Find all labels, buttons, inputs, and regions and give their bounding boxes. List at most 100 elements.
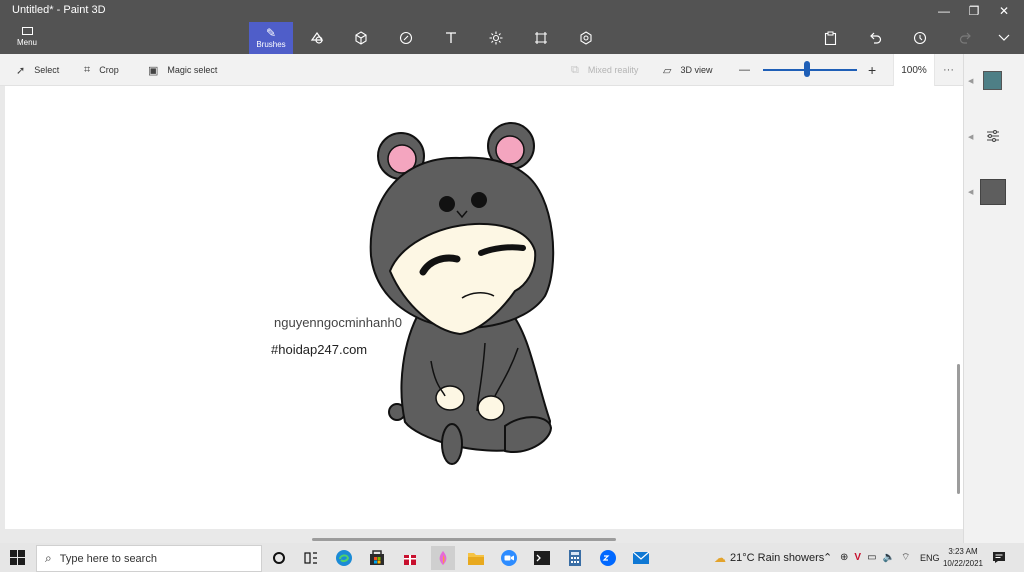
paint3d-icon[interactable] <box>431 546 455 570</box>
battery-icon[interactable]: ▭ <box>867 552 876 563</box>
clock-time: 3:23 AM <box>948 547 978 556</box>
crop-label: Crop <box>99 65 119 75</box>
magic-select-button[interactable]: ▣ Magic select <box>148 54 217 86</box>
brush-color-swatch[interactable] <box>983 71 1002 90</box>
select-button[interactable]: ➚ Select <box>16 54 59 86</box>
zoom-value[interactable]: 100% <box>893 54 935 86</box>
stickers-tool-button[interactable] <box>384 22 428 54</box>
language-indicator[interactable]: ENG <box>920 543 940 572</box>
horizontal-scrollbar[interactable] <box>312 538 616 541</box>
zoom-in-button[interactable]: + <box>868 54 876 86</box>
collapse-arrow-icon[interactable]: ◀ <box>968 133 973 141</box>
zalo-icon[interactable] <box>596 546 620 570</box>
zoom-slider-track <box>763 69 857 71</box>
zoom-out-button[interactable]: — <box>739 54 750 86</box>
notification-icon <box>993 552 1005 563</box>
undo-button[interactable] <box>859 22 891 54</box>
history-icon <box>913 31 927 45</box>
effects-icon <box>489 31 503 45</box>
history-button[interactable] <box>904 22 936 54</box>
brushes-label: Brushes <box>256 40 286 49</box>
3d-library-tool-button[interactable] <box>564 22 608 54</box>
mail-icon[interactable] <box>629 546 653 570</box>
crop-button[interactable]: ⌗ Crop <box>84 54 119 86</box>
magic-select-icon: ▣ <box>148 64 159 77</box>
magic-select-label: Magic select <box>167 65 218 75</box>
taskbar-search-box[interactable]: ⌕ Type here to search <box>36 545 262 572</box>
mixed-reality-label: Mixed reality <box>587 65 639 75</box>
mixed-reality-button[interactable]: ⧉ Mixed reality <box>571 54 638 86</box>
zoom-slider-thumb[interactable] <box>804 61 810 77</box>
show-hidden-icons-button[interactable]: ⌃ <box>823 543 832 572</box>
collapse-arrow-icon[interactable]: ◀ <box>968 77 973 85</box>
search-placeholder: Type here to search <box>59 552 157 565</box>
text-icon <box>446 32 456 43</box>
windows-logo-icon <box>10 550 17 557</box>
2d-shapes-tool-button[interactable] <box>295 22 339 54</box>
wifi-icon[interactable]: ⌔ <box>901 551 910 564</box>
bear-drawing <box>369 122 555 465</box>
windows-taskbar: ⌕ Type here to search ☁ 21°C Rain shower… <box>0 543 1024 572</box>
folder-icon <box>21 27 33 35</box>
active-color-swatch[interactable] <box>980 179 1006 205</box>
3d-view-button[interactable]: ▱ 3D view <box>663 54 712 86</box>
shapes-icon <box>310 31 324 44</box>
windows-start-button[interactable] <box>10 550 26 566</box>
terminal-icon[interactable] <box>530 546 554 570</box>
workspace: nguyenngocminhanh0 #hoidap247.com <box>0 86 963 543</box>
antivirus-icon[interactable]: V <box>854 552 861 563</box>
calculator-icon[interactable] <box>563 546 587 570</box>
effects-tool-button[interactable] <box>474 22 518 54</box>
tray-icons: ⊕ V ▭ 🔈 ⌔ <box>840 543 910 572</box>
store-icon[interactable] <box>365 546 389 570</box>
cube-icon <box>355 31 367 45</box>
volume-icon[interactable]: 🔈 <box>883 552 895 563</box>
cortana-icon[interactable] <box>267 546 291 570</box>
adjustments-icon[interactable] <box>986 129 1000 142</box>
sticker-icon <box>399 31 413 45</box>
redo-button[interactable] <box>950 22 982 54</box>
gift-icon[interactable] <box>398 546 422 570</box>
edge-icon[interactable] <box>332 546 356 570</box>
cursor-icon: ➚ <box>16 64 26 77</box>
search-icon: ⌕ <box>45 551 52 565</box>
brush-icon: ✎ <box>265 26 277 40</box>
notifications-button[interactable] <box>992 543 1006 572</box>
brushes-tool-button[interactable]: ✎ Brushes <box>249 22 293 54</box>
mixed-reality-icon: ⧉ <box>571 63 579 76</box>
redo-icon <box>959 32 971 44</box>
select-label: Select <box>34 65 60 75</box>
undo-icon <box>870 32 882 44</box>
clock[interactable]: 3:23 AM 10/22/2021 <box>942 546 984 570</box>
3d-view-icon: ▱ <box>663 64 672 77</box>
task-view-icon[interactable] <box>299 546 323 570</box>
collapse-arrow-icon[interactable]: ◀ <box>968 188 973 196</box>
text-tool-button[interactable] <box>429 22 473 54</box>
expand-ribbon-button[interactable] <box>988 22 1020 54</box>
3d-view-label: 3D view <box>680 65 713 75</box>
more-options-button[interactable]: ··· <box>943 54 954 86</box>
file-explorer-icon[interactable] <box>464 546 488 570</box>
weather-text: 21°C Rain showers <box>730 551 825 564</box>
meet-icon[interactable]: ⊕ <box>840 552 848 563</box>
window-title: Untitled* - Paint 3D <box>12 4 106 16</box>
menu-button[interactable]: Menu <box>10 24 44 52</box>
chevron-down-icon <box>998 34 1010 41</box>
maximize-button[interactable]: ❐ <box>959 0 989 22</box>
zoom-icon[interactable] <box>497 546 521 570</box>
paste-button[interactable] <box>814 22 846 54</box>
vertical-scrollbar[interactable] <box>957 364 960 494</box>
zoom-slider[interactable] <box>763 54 857 86</box>
canvas-text-username[interactable]: nguyenngocminhanh0 <box>274 315 402 330</box>
close-button[interactable]: ✕ <box>989 0 1019 22</box>
drawing-canvas[interactable]: nguyenngocminhanh0 #hoidap247.com <box>5 86 963 529</box>
paste-icon <box>824 31 836 45</box>
canvas-tool-button[interactable] <box>519 22 563 54</box>
weather-widget[interactable]: ☁ 21°C Rain showers <box>714 543 824 572</box>
menu-label: Menu <box>16 38 37 47</box>
3d-shapes-tool-button[interactable] <box>339 22 383 54</box>
clock-date: 10/22/2021 <box>942 559 984 568</box>
weather-icon: ☁ <box>714 550 726 565</box>
minimize-button[interactable]: — <box>929 0 959 22</box>
canvas-text-hashtag[interactable]: #hoidap247.com <box>271 342 367 357</box>
